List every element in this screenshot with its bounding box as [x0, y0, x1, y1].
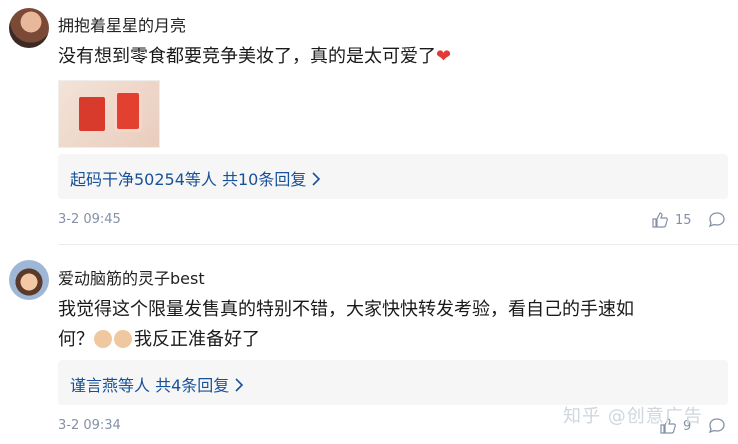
comment-text-body: 没有想到零食都要竞争美妆了，真的是太可爱了 [58, 46, 436, 67]
reply-bubble-icon[interactable] [708, 418, 726, 434]
comment-text-prefix: 何？ [58, 329, 94, 350]
chevron-right-icon [312, 172, 321, 186]
comment-username[interactable]: 拥抱着星星的月亮 [58, 12, 186, 36]
product-box-icon [79, 97, 105, 131]
comment-text: 没有想到零食都要竞争美妆了，真的是太可爱了❤ [58, 42, 708, 72]
replies-link[interactable]: 起码干净50254等人 共10条回复 [70, 166, 321, 190]
watermark: 知乎 @创意广告 [563, 406, 703, 427]
reply-bubble-icon[interactable] [708, 212, 726, 228]
replies-count[interactable]: 共10条回复 [222, 170, 306, 189]
replies-users[interactable]: 谨言燕等人 [70, 376, 150, 395]
replies-box[interactable]: 谨言燕等人 共4条回复 [58, 360, 728, 405]
thumbs-up-icon[interactable] [652, 212, 668, 228]
replies-users[interactable]: 起码干净50254等人 [70, 170, 217, 189]
chevron-right-icon [235, 378, 244, 392]
cat-emoji-icon [114, 330, 132, 348]
replies-count[interactable]: 共4条回复 [155, 376, 229, 395]
like-count: 15 [675, 213, 692, 228]
comment-text: 我觉得这个限量发售真的特别不错，大家快快转发考验，看自己的手速如 何？ 我反正准备… [58, 295, 708, 355]
cat-emoji-icon [94, 330, 112, 348]
replies-link[interactable]: 谨言燕等人 共4条回复 [70, 372, 244, 396]
divider [58, 244, 738, 245]
replies-box[interactable]: 起码干净50254等人 共10条回复 [58, 154, 728, 199]
comment-time: 3-2 09:34 [58, 418, 121, 433]
comment-text-line-2: 何？ 我反正准备好了 [58, 325, 708, 355]
comment-image[interactable] [58, 80, 160, 148]
comment-text-suffix: 我反正准备好了 [134, 329, 260, 350]
comment-time: 3-2 09:45 [58, 212, 121, 227]
comment-text-line-1: 我觉得这个限量发售真的特别不错，大家快快转发考验，看自己的手速如 [58, 299, 634, 320]
heart-icon: ❤ [436, 46, 452, 67]
product-box-icon [117, 93, 139, 129]
avatar[interactable] [9, 8, 49, 48]
comment-username[interactable]: 爱动脑筋的灵子best [58, 265, 205, 289]
avatar[interactable] [9, 260, 49, 300]
